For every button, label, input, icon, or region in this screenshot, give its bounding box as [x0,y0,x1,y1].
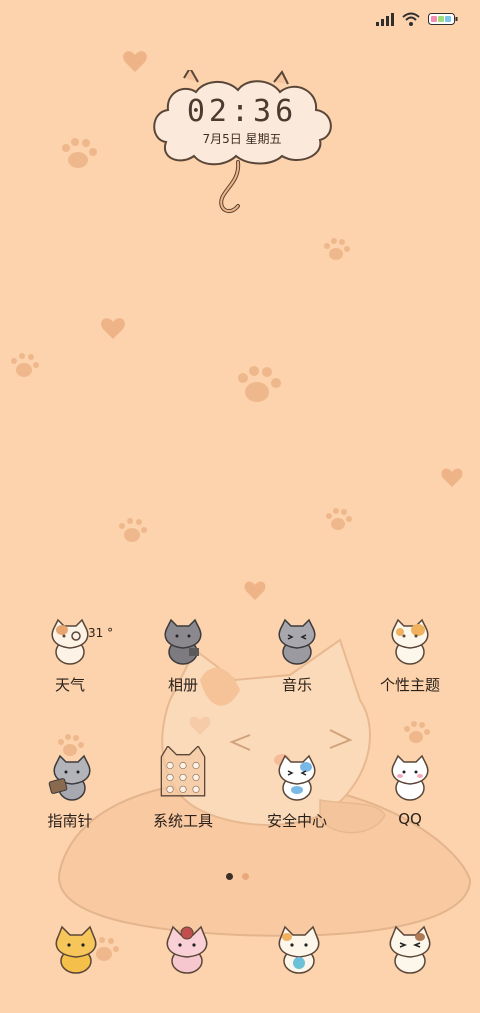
page-indicator [226,873,249,880]
app-label: 安全中心 [266,812,327,830]
app-label: 指南针 [47,812,93,830]
page-dot[interactable] [242,873,249,880]
status-icons [376,12,458,26]
app-label: 天气 [54,676,85,694]
dock-messages-icon[interactable] [163,925,211,975]
app-label: 系统工具 [152,812,213,830]
themes-cat-icon [391,618,429,665]
weather-temperature: 31 ° [88,626,114,640]
app-label: 个性主题 [379,676,440,694]
clock-time: 02:36 [186,94,298,129]
dock-browser-icon[interactable] [275,925,323,975]
weather-cat-icon [51,618,89,665]
page-dot-active[interactable] [226,873,233,880]
wifi-icon [402,12,420,26]
app-label: QQ [398,810,422,828]
battery-icon [428,13,458,25]
app-label: 相册 [167,676,198,694]
gallery-cat-icon [164,618,202,665]
qq-cat-icon [391,754,429,801]
clock-widget[interactable]: 02:36 7月5日 星期五 [148,70,336,220]
dock-camera-icon[interactable] [386,925,434,975]
security-cat-icon [278,754,316,801]
dock-phone-icon[interactable] [52,925,100,975]
signal-bars-icon [376,12,394,26]
clock-date: 7月5日 星期五 [202,132,282,146]
status-bar [0,0,480,40]
music-cat-icon [278,618,316,665]
app-label: 音乐 [281,676,312,694]
compass-cat-icon [48,754,91,801]
system-tools-folder-icon [160,746,206,797]
